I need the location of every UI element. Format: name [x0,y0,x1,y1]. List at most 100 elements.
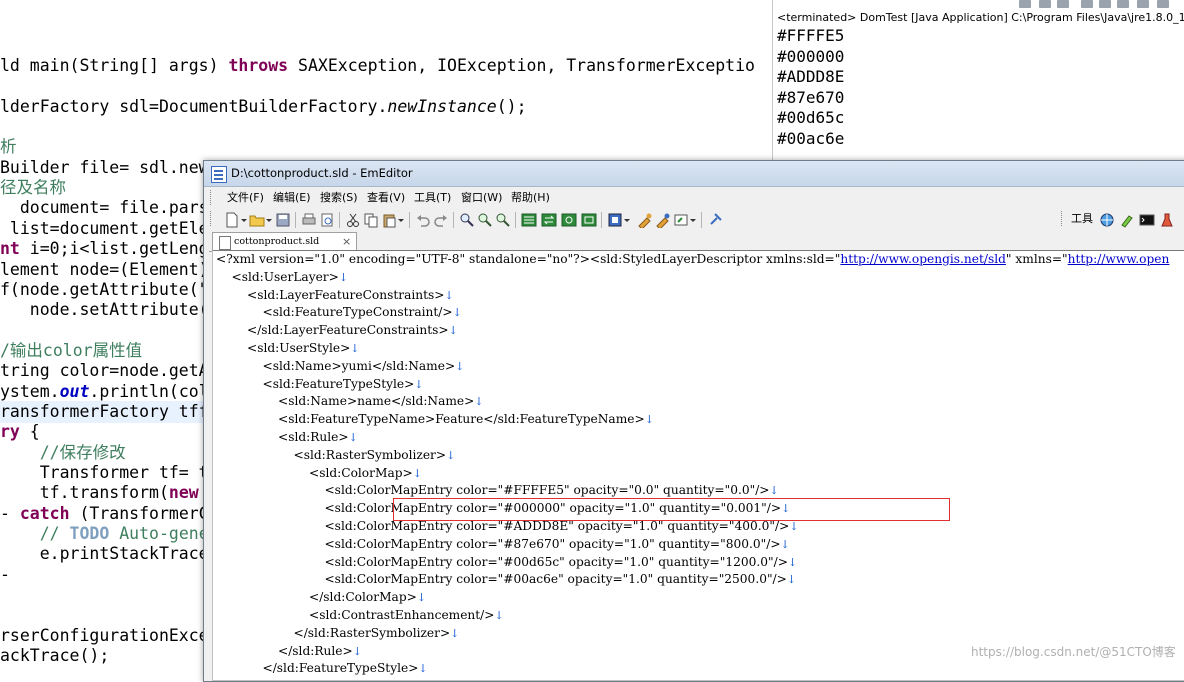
menu-search[interactable]: 搜索(S) [320,190,358,206]
console-word-wrap-icon[interactable] [1099,0,1111,8]
wrap-icon[interactable] [541,212,557,228]
xml-line: <sld:FeatureTypeStyle>↓ [216,376,423,394]
console-pin-icon[interactable] [1117,0,1129,8]
code-line: ld main(String[] args) throws SAXExcepti… [0,55,755,77]
toolbar-grip[interactable] [210,211,214,226]
xml-line: </sld:LayerFeatureConstraints>↓ [216,322,458,340]
toolbar2-grip[interactable] [1061,211,1065,226]
xml-line: <sld:UserLayer>↓ [216,269,348,287]
console-display-icon[interactable] [1137,0,1149,8]
cut-icon[interactable] [345,212,361,228]
tools-icon[interactable] [637,212,653,228]
copy-icon[interactable] [363,212,379,228]
tab-cottonproduct[interactable]: cottonproduct.sld × [212,232,357,251]
return-mark-icon: ↓ [448,324,458,338]
find-icon[interactable] [459,212,475,228]
url-link[interactable]: http://www.opengis.net/sld [840,252,1006,266]
console-clear-icon[interactable] [1019,0,1031,8]
return-mark-icon: ↓ [455,359,465,373]
code-line: /输出color属性值 [0,340,142,362]
code-line: lement node=(Element) [0,259,209,281]
emeditor-titlebar[interactable]: D:\cottonproduct.sld - EmEditor [204,161,1184,187]
xml-text: <sld:LayerFeatureConstraints> [216,287,445,302]
menu-tools[interactable]: 工具(T) [414,190,451,206]
highlight-box [393,498,950,521]
plugin-icon[interactable] [655,212,671,228]
code-token: ystem. [0,381,60,401]
undo-icon[interactable] [415,212,431,228]
url-link[interactable]: http://www.open [1068,252,1170,266]
command-icon[interactable] [673,212,689,228]
macro-icon[interactable] [607,212,623,228]
plugin-manager-icon[interactable] [1159,212,1175,228]
save-icon[interactable] [275,212,291,228]
tools-toolbar-label[interactable]: 工具 [1071,211,1093,227]
menu-help[interactable]: 帮助(H) [511,190,550,206]
redo-icon[interactable] [433,212,449,228]
code-line: - catch (TransformerC [0,503,209,525]
macro-dropdown[interactable] [623,212,630,228]
code-token: .println(col [89,381,209,401]
xml-line: <sld:LayerFeatureConstraints>↓ [216,287,454,305]
code-line: Transformer tf= t [0,462,209,484]
console-remove-icon[interactable] [1039,0,1051,8]
command-dropdown[interactable] [689,212,696,228]
new-file-dropdown[interactable] [240,212,247,228]
browser-icon[interactable] [1099,212,1115,228]
return-mark-icon: ↓ [786,573,797,587]
code-token: new [168,483,199,503]
menu-view[interactable]: 查看(V) [367,190,405,206]
code-token: newInstance [387,96,497,116]
edit-plugin-icon[interactable] [1119,212,1135,228]
menu-window[interactable]: 窗口(W) [461,190,502,206]
code-line: 径及名称 [0,177,66,199]
console-output-line: #ADDD8E [777,67,845,86]
console-scroll-lock-icon[interactable] [1081,0,1093,8]
code-token: rserConfigurationExcep [0,625,219,645]
open-icon[interactable] [249,212,265,228]
code-line: 析 [0,136,17,158]
code-token: lement node=(Element) [0,259,209,279]
code-token: tring color=node.getA [0,361,209,381]
console-output-line: #87e670 [777,87,845,107]
xml-text: </sld:LayerFeatureConstraints> [216,323,449,338]
highlight-icon[interactable] [521,212,537,228]
window-icon[interactable] [581,212,597,228]
code-token: nt [0,239,20,259]
paste-icon[interactable] [381,212,397,228]
console-remove-all-icon[interactable] [1057,0,1069,8]
menubar-grip[interactable] [210,190,214,205]
paste-dropdown[interactable] [397,212,404,228]
new-file-icon[interactable] [224,212,240,228]
xml-text: </sld:RasterSymbolizer> [216,625,451,640]
console-open-icon[interactable] [1157,0,1169,8]
tab-close-icon[interactable]: × [342,234,351,249]
console-icon[interactable] [1139,212,1155,228]
xml-text: <sld:FeatureTypeStyle> [216,376,415,391]
xml-line: </sld:FeatureTypeStyle>↓ [216,660,427,678]
code-token: 径及名称 [0,178,66,198]
text-editor-area[interactable]: <?xml version="1.0" encoding="UTF-8" sta… [212,250,1184,681]
toolbar-separator [295,212,296,228]
print-preview-icon[interactable] [319,212,335,228]
emeditor-window[interactable]: D:\cottonproduct.sld - EmEditor 文件(F) 编辑… [203,160,1184,682]
code-token: ry [0,422,20,442]
xml-text: <sld:ColorMapEntry color="#00ac6e" opaci… [216,572,787,587]
open-dropdown[interactable] [265,212,272,228]
tab-label: cottonproduct.sld [234,236,320,247]
find-prev-icon[interactable] [495,212,511,228]
xml-line: <sld:ColorMap>↓ [216,465,422,483]
menu-edit[interactable]: 编辑(E) [273,190,311,206]
code-line: e.printStackTrace [0,543,209,565]
refresh-icon[interactable] [561,212,577,228]
xml-line: </sld:Rule>↓ [216,643,362,661]
xml-text: <sld:ColorMapEntry color="#FFFFE5" opaci… [216,483,770,498]
return-mark-icon: ↓ [416,591,427,605]
xml-text: <sld:ColorMapEntry color="#ADDD8E" opaci… [216,519,790,533]
code-token: out [59,381,90,401]
menu-file[interactable]: 文件(F) [227,190,264,206]
pin-icon[interactable] [707,212,723,228]
print-icon[interactable] [301,212,317,228]
find-next-icon[interactable] [477,212,493,228]
code-token: lderFactory sdl=DocumentBuilderFactory. [0,96,388,116]
